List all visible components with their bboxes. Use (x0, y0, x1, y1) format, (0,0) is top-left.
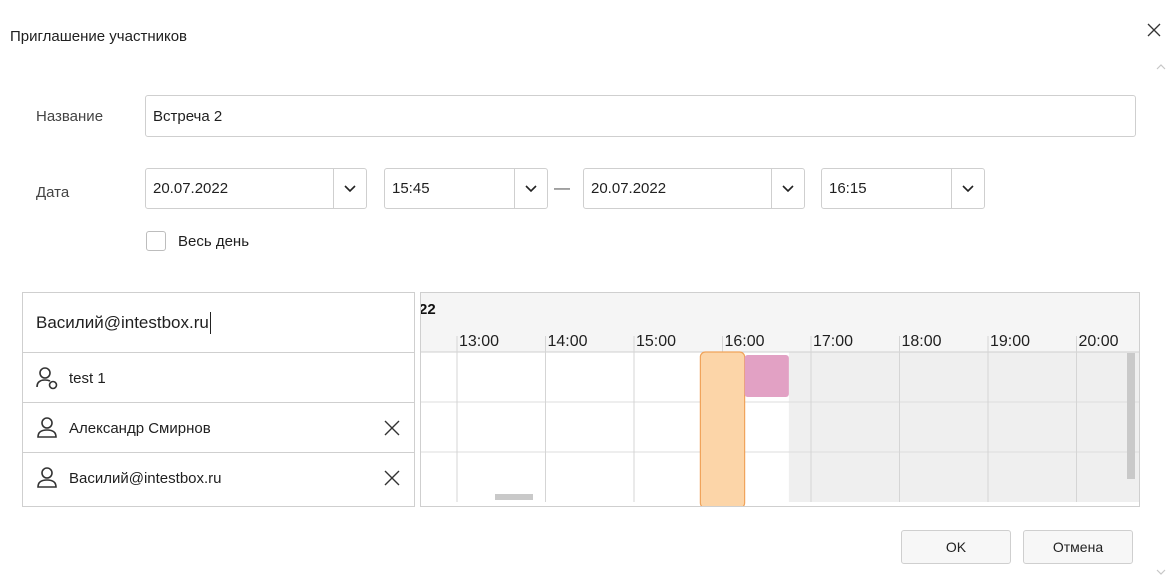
schedule-grid: 13:00 14:00 15:00 16:00 17:00 18:00 19:00 20:00… (421, 293, 1139, 506)
name-label: Название (36, 108, 104, 125)
text-cursor (209, 311, 211, 334)
participant-search-value: Василий@intestbox.ru (36, 312, 209, 332)
remove-participant-icon[interactable] (382, 418, 402, 438)
busy-block (744, 355, 789, 397)
ok-button[interactable]: OK (901, 530, 1011, 564)
hour-label: 14:00 (548, 333, 588, 350)
dialog-title: Приглашение участников (10, 28, 188, 45)
end-date-value: 20.07.2022 (591, 180, 667, 197)
proposed-meeting-block (699, 351, 746, 506)
availability-schedule[interactable]: 13:00 14:00 15:00 16:00 17:00 18:00 19:00 20:00… (420, 292, 1140, 507)
after-hours-region (788, 352, 1139, 502)
schedule-header-bg (421, 293, 1139, 352)
participant-name: Александр Смирнов (69, 419, 211, 437)
user-organizer-icon (36, 367, 58, 390)
start-date-value: 20.07.2022 (153, 180, 229, 197)
all-day-label: Весь день (178, 233, 250, 250)
chevron-down-icon (525, 184, 537, 192)
end-date-dropdown[interactable] (771, 169, 804, 208)
participant-name: test 1 (69, 369, 106, 387)
participant-row[interactable]: Александр Смирнов (23, 402, 414, 453)
hour-label: 13:00 (459, 333, 499, 350)
cancel-button[interactable]: Отмена (1023, 530, 1133, 564)
all-day-checkbox[interactable] (146, 231, 166, 251)
start-time-picker[interactable]: 15:45 (384, 168, 548, 209)
start-time-value: 15:45 (392, 180, 430, 197)
chevron-down-icon (962, 184, 974, 192)
start-date-picker[interactable]: 20.07.2022 (145, 168, 367, 209)
chevron-down-icon (344, 184, 356, 192)
scroll-down-icon[interactable] (1156, 568, 1166, 576)
hour-label: 17:00 (813, 333, 853, 350)
hour-label: 18:00 (902, 333, 942, 350)
hour-label: 15:00 (636, 333, 676, 350)
date-range-separator: — (554, 180, 570, 197)
end-time-value: 16:15 (829, 180, 867, 197)
hour-label: 16:00 (725, 333, 765, 350)
hour-label: 20:00 (1079, 333, 1119, 350)
meeting-name-input[interactable]: Встреча 2 (145, 95, 1136, 137)
hour-label: 19:00 (990, 333, 1030, 350)
user-icon (37, 417, 57, 438)
end-date-picker[interactable]: 20.07.2022 (583, 168, 805, 209)
close-icon[interactable] (1146, 22, 1162, 38)
participant-row[interactable]: Василий@intestbox.ru (23, 452, 414, 503)
remove-participant-icon[interactable] (382, 468, 402, 488)
participants-panel: Василий@intestbox.ru test 1 Александр См… (22, 292, 415, 507)
end-time-dropdown[interactable] (951, 169, 984, 208)
scroll-up-icon[interactable] (1156, 62, 1166, 72)
participant-row[interactable]: test 1 (23, 352, 414, 403)
end-time-picker[interactable]: 16:15 (821, 168, 985, 209)
schedule-date-label: 22 (421, 301, 436, 318)
meeting-name-value: Встреча 2 (153, 107, 223, 125)
date-label: Дата (36, 184, 70, 201)
participant-name: Василий@intestbox.ru (69, 469, 222, 487)
chevron-down-icon (782, 184, 794, 192)
horizontal-scrollbar[interactable] (495, 494, 533, 500)
start-time-dropdown[interactable] (514, 169, 547, 208)
start-date-dropdown[interactable] (333, 169, 366, 208)
participant-search-input[interactable]: Василий@intestbox.ru (23, 293, 414, 352)
vertical-scrollbar[interactable] (1127, 353, 1135, 479)
user-icon (37, 467, 57, 488)
